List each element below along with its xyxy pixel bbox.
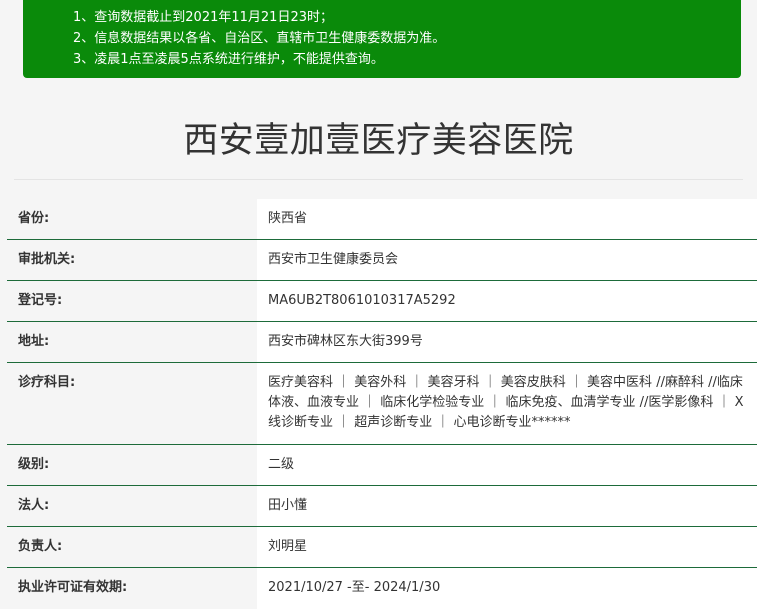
license-validity-label: 执业许可证有效期: (18, 580, 128, 595)
page-title: 西安壹加壹医疗美容医院 (183, 121, 574, 161)
person-in-charge-value: 刘明星 (257, 527, 757, 567)
departments-label: 诊疗科目: (18, 375, 76, 390)
province-label: 省份: (18, 211, 50, 226)
table-row-legal-person: 法人: 田小懂 (7, 486, 757, 527)
table-row-departments: 诊疗科目: 医疗美容科 ｜ 美容外科 ｜ 美容牙科 ｜ 美容皮肤科 ｜ 美容中医… (7, 363, 757, 445)
table-row-person-in-charge: 负责人: 刘明星 (7, 527, 757, 568)
level-value: 二级 (257, 445, 757, 485)
registration-number-value: MA6UB2T8061010317A5292 (257, 281, 757, 321)
person-in-charge-label: 负责人: (18, 539, 63, 554)
notice-banner: 1、查询数据截止到2021年11月21日23时； 2、信息数据结果以各省、自治区… (23, 0, 741, 78)
table-row-province: 省份: 陕西省 (7, 199, 757, 240)
legal-person-value: 田小懂 (257, 486, 757, 526)
notice-line-3: 3、凌晨1点至凌晨5点系统进行维护，不能提供查询。 (73, 52, 384, 67)
title-divider (14, 179, 743, 180)
registration-number-label: 登记号: (18, 293, 63, 308)
table-row-level: 级别: 二级 (7, 445, 757, 486)
departments-value: 医疗美容科 ｜ 美容外科 ｜ 美容牙科 ｜ 美容皮肤科 ｜ 美容中医科 //麻醉… (257, 363, 757, 444)
table-row-registration-number: 登记号: MA6UB2T8061010317A5292 (7, 281, 757, 322)
province-value: 陕西省 (257, 199, 757, 239)
license-validity-value: 2021/10/27 -至- 2024/1/30 (257, 568, 757, 609)
notice-line-1: 1、查询数据截止到2021年11月21日23时； (73, 10, 333, 25)
address-label: 地址: (18, 334, 50, 349)
address-value: 西安市碑林区东大街399号 (257, 322, 757, 362)
table-row-license-validity: 执业许可证有效期: 2021/10/27 -至- 2024/1/30 (7, 568, 757, 609)
hospital-info-table: 省份: 陕西省 审批机关: 西安市卫生健康委员会 登记号: MA6UB2T806… (7, 199, 757, 609)
level-label: 级别: (18, 457, 50, 472)
approval-authority-value: 西安市卫生健康委员会 (257, 240, 757, 280)
approval-authority-label: 审批机关: (18, 252, 76, 267)
table-row-address: 地址: 西安市碑林区东大街399号 (7, 322, 757, 363)
table-row-approval-authority: 审批机关: 西安市卫生健康委员会 (7, 240, 757, 281)
legal-person-label: 法人: (18, 498, 50, 513)
notice-line-2: 2、信息数据结果以各省、自治区、直辖市卫生健康委数据为准。 (73, 31, 446, 46)
